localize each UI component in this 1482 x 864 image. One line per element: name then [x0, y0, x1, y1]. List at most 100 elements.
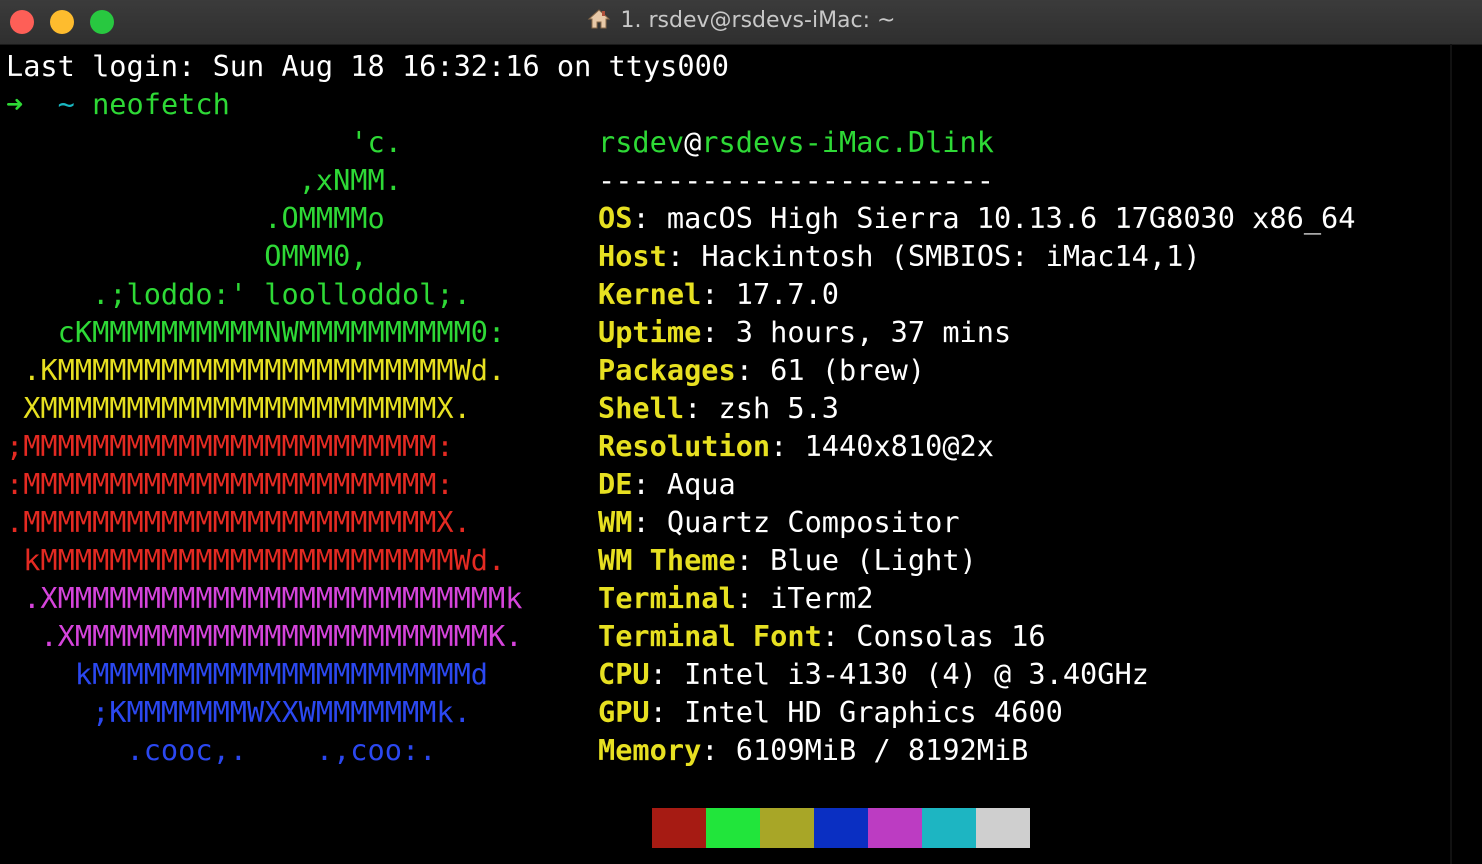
- info-key: Uptime: [598, 315, 702, 349]
- info-host: rsdevs-iMac.Dlink: [701, 125, 994, 159]
- info-colon: :: [649, 695, 685, 729]
- info-row: Kernel: 17.7.0: [598, 275, 839, 313]
- info-colon: :: [701, 733, 736, 767]
- info-colon: :: [735, 353, 771, 387]
- ascii-art-line: :MMMMMMMMMMMMMMMMMMMMMMMM:: [6, 467, 454, 501]
- info-row: Packages: 61 (brew): [598, 351, 925, 389]
- command-text: neofetch: [92, 87, 230, 121]
- info-value: Consolas 16: [856, 619, 1046, 653]
- info-value: Quartz Compositor: [666, 505, 960, 539]
- info-at: @: [684, 125, 702, 159]
- ascii-art-line: .MMMMMMMMMMMMMMMMMMMMMMMMX.: [6, 505, 471, 539]
- window-title: 1. rsdev@rsdevs-iMac: ~: [620, 8, 896, 33]
- ascii-art-line: kMMMMMMMMMMMMMMMMMMMMMMd: [6, 657, 489, 691]
- info-value: 17.7.0: [735, 277, 840, 311]
- info-value: 61 (brew): [770, 353, 926, 387]
- info-value: Blue (Light): [770, 543, 977, 577]
- info-key: OS: [598, 201, 633, 235]
- ascii-art-line: XMMMMMMMMMMMMMMMMMMMMMMMX.: [6, 391, 471, 425]
- info-value: iTerm2: [770, 581, 874, 615]
- info-colon: :: [735, 543, 771, 577]
- ascii-art-line: kMMMMMMMMMMMMMMMMMMMMMMMMWd.: [6, 543, 506, 577]
- ascii-art-line: ,xNMM.: [6, 163, 402, 197]
- info-row: CPU: Intel i3-4130 (4) @ 3.40GHz: [598, 655, 1149, 693]
- info-row: GPU: Intel HD Graphics 4600: [598, 693, 1063, 731]
- info-key: WM Theme: [598, 543, 736, 577]
- info-row: Terminal: iTerm2: [598, 579, 873, 617]
- info-user: rsdev: [598, 125, 685, 159]
- color-swatch: [922, 808, 976, 848]
- info-value: zsh 5.3: [718, 391, 840, 425]
- info-colon: :: [632, 505, 667, 539]
- info-key: Host: [598, 239, 667, 273]
- color-swatch: [976, 808, 1030, 848]
- info-key: Shell: [598, 391, 685, 425]
- prompt-line: ➜ ~ neofetch: [6, 85, 230, 123]
- color-swatch: [814, 808, 868, 848]
- color-swatch: [706, 808, 760, 848]
- info-key: Memory: [598, 733, 702, 767]
- color-swatch: [652, 808, 706, 848]
- color-palette: [652, 808, 1030, 848]
- info-colon: :: [770, 429, 805, 463]
- ascii-art-line: .;loddo:' loolloddol;.: [6, 277, 471, 311]
- ascii-art-line: .XMMMMMMMMMMMMMMMMMMMMMMMMK.: [6, 619, 523, 653]
- color-swatch: [868, 808, 922, 848]
- info-row: Shell: zsh 5.3: [598, 389, 839, 427]
- home-icon: [587, 8, 611, 36]
- info-colon: :: [632, 201, 667, 235]
- ascii-art-line: ;KMMMMMMMWXXWMMMMMMMk.: [6, 695, 471, 729]
- pane-divider: [1450, 44, 1452, 864]
- info-row: WM: Quartz Compositor: [598, 503, 960, 541]
- info-key: Terminal: [598, 581, 736, 615]
- ascii-art-line: ;MMMMMMMMMMMMMMMMMMMMMMMM:: [6, 429, 454, 463]
- info-colon: :: [735, 581, 771, 615]
- info-value: 3 hours, 37 mins: [735, 315, 1012, 349]
- prompt-directory: ~: [57, 87, 75, 121]
- info-value: 6109MiB / 8192MiB: [735, 733, 1029, 767]
- info-colon: :: [701, 315, 736, 349]
- info-key: GPU: [598, 695, 650, 729]
- info-colon: :: [632, 467, 667, 501]
- info-row: Terminal Font: Consolas 16: [598, 617, 1046, 655]
- info-key: Kernel: [598, 277, 702, 311]
- last-login-line: Last login: Sun Aug 18 16:32:16 on ttys0…: [6, 49, 730, 83]
- ascii-art-line: .cooc,. .,coo:.: [6, 733, 437, 767]
- info-colon: :: [701, 277, 736, 311]
- info-row: DE: Aqua: [598, 465, 736, 503]
- info-value: Aqua: [666, 467, 736, 501]
- color-swatch: [760, 808, 814, 848]
- window-title-container: 1. rsdev@rsdevs-iMac: ~: [0, 8, 1482, 36]
- info-colon: :: [649, 657, 685, 691]
- info-key: CPU: [598, 657, 650, 691]
- ascii-art-line: .KMMMMMMMMMMMMMMMMMMMMMMMWd.: [6, 353, 506, 387]
- terminal-content[interactable]: Last login: Sun Aug 18 16:32:16 on ttys0…: [0, 44, 1482, 864]
- ascii-art-line: .OMMMMo: [6, 201, 385, 235]
- info-value: 1440x810@2x: [804, 429, 994, 463]
- info-row: OS: macOS High Sierra 10.13.6 17G8030 x8…: [598, 199, 1355, 237]
- info-header: rsdev@rsdevs-iMac.Dlink: [598, 123, 994, 161]
- info-key: WM: [598, 505, 633, 539]
- info-value: macOS High Sierra 10.13.6 17G8030 x86_64: [666, 201, 1356, 235]
- info-row: WM Theme: Blue (Light): [598, 541, 977, 579]
- info-key: DE: [598, 467, 633, 501]
- info-row: Uptime: 3 hours, 37 mins: [598, 313, 1011, 351]
- ascii-art-line: .XMMMMMMMMMMMMMMMMMMMMMMMMMMk: [6, 581, 523, 615]
- info-key: Resolution: [598, 429, 771, 463]
- ascii-art-line: OMMM0,: [6, 239, 368, 273]
- ascii-art-line: 'c.: [6, 125, 402, 159]
- info-row: Host: Hackintosh (SMBIOS: iMac14,1): [598, 237, 1201, 275]
- terminal-window: 1. rsdev@rsdevs-iMac: ~ Last login: Sun …: [0, 0, 1482, 864]
- info-colon: :: [666, 239, 702, 273]
- ascii-art-line: cKMMMMMMMMMMNWMMMMMMMMMM0:: [6, 315, 506, 349]
- info-colon: :: [684, 391, 719, 425]
- info-key: Terminal Font: [598, 619, 822, 653]
- info-value: Intel HD Graphics 4600: [684, 695, 1063, 729]
- info-value: Intel i3-4130 (4) @ 3.40GHz: [684, 657, 1149, 691]
- info-separator: -----------------------: [598, 163, 994, 197]
- info-value: Hackintosh (SMBIOS: iMac14,1): [701, 239, 1201, 273]
- info-colon: :: [821, 619, 857, 653]
- info-key: Packages: [598, 353, 736, 387]
- info-row: Memory: 6109MiB / 8192MiB: [598, 731, 1028, 769]
- title-bar[interactable]: 1. rsdev@rsdevs-iMac: ~: [0, 0, 1482, 45]
